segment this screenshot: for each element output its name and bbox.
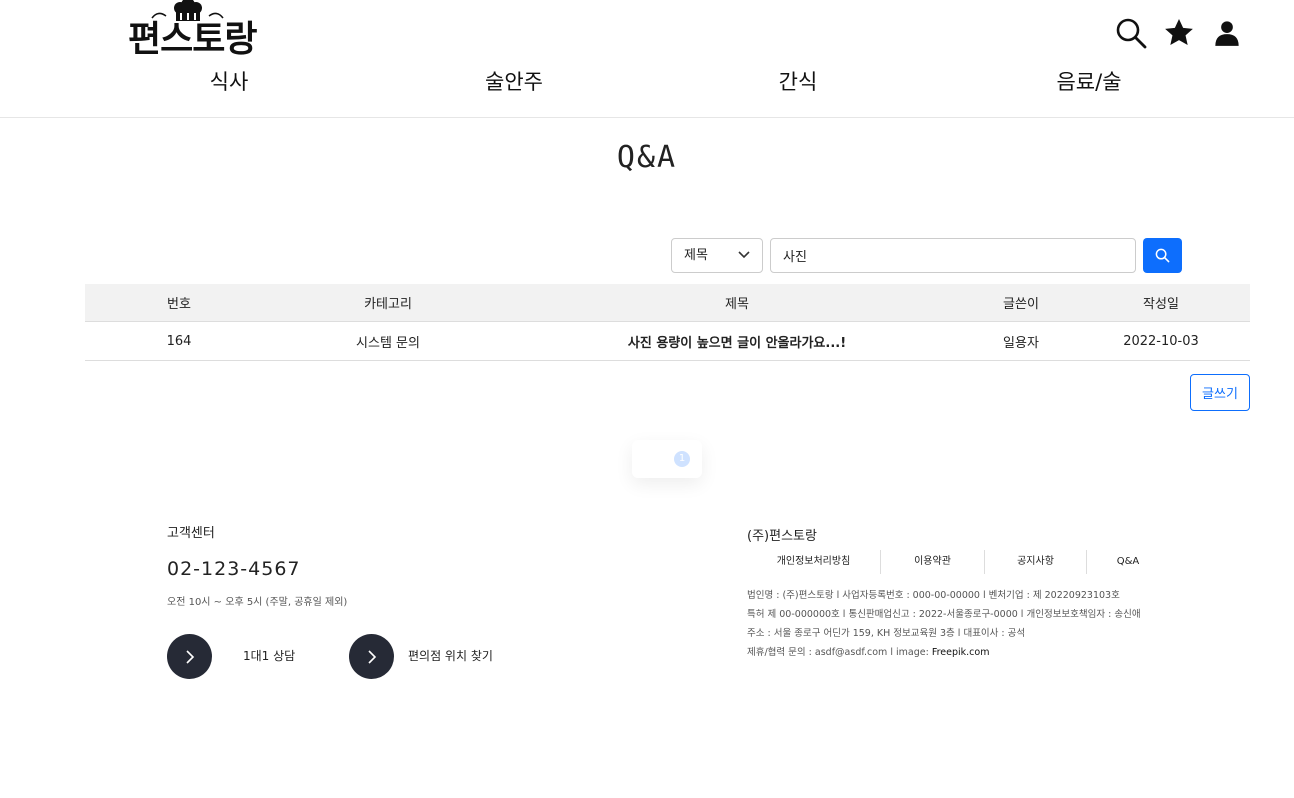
user-icon[interactable] [1210, 16, 1244, 50]
star-icon[interactable] [1162, 16, 1196, 50]
footer-link-qna[interactable]: Q&A [1087, 550, 1169, 574]
page-button-current[interactable]: 1 [674, 451, 690, 467]
logo-text: 편스토랑 [128, 19, 257, 60]
footer-link-terms[interactable]: 이용약관 [881, 550, 985, 574]
search-type-value: 제목 [684, 248, 708, 263]
search-icon [1155, 248, 1170, 263]
chevron-right-icon [185, 649, 194, 664]
company-info-line: 주소 : 서울 종로구 어딘가 159, KH 정보교육원 3층 l 대표이사 … [747, 628, 1026, 639]
nav-item-snacks[interactable]: 간식 [779, 66, 818, 96]
logo[interactable]: 편스토랑 [128, 0, 257, 64]
column-header-number: 번호 [167, 297, 191, 312]
freepik-link[interactable]: Freepik.com [932, 647, 990, 658]
search-input[interactable] [770, 238, 1136, 273]
store-locator-label[interactable]: 편의점 위치 찾기 [408, 647, 493, 664]
footer-link-privacy[interactable]: 개인정보처리방침 [747, 550, 881, 574]
row-date: 2022-10-03 [1123, 333, 1199, 349]
footer-links: 개인정보처리방침 이용약관 공지사항 Q&A [747, 550, 1169, 574]
column-header-date: 작성일 [1143, 297, 1179, 312]
column-header-author: 글쓴이 [1003, 297, 1039, 312]
nav-item-meal[interactable]: 식사 [210, 66, 249, 96]
company-info-line: 특허 제 00-000000호 l 통신판매업신고 : 2022-서울종로구-0… [747, 609, 1141, 620]
row-number: 164 [166, 333, 192, 349]
nav-item-snack-with-drinks[interactable]: 술안주 [485, 66, 543, 96]
main-nav: 식사 술안주 간식 음료/술 [0, 66, 1294, 102]
nav-item-beverages[interactable]: 음료/술 [1056, 66, 1121, 96]
company-info-line: 법인명 : (주)편스토랑 l 사업자등록번호 : 000-00-00000 l… [747, 590, 1120, 601]
chevron-down-icon [738, 251, 750, 259]
pagination: 1 [632, 440, 702, 478]
customer-center-phone: 02-123-4567 [167, 558, 301, 580]
table-row[interactable]: 164 시스템 문의 사진 용량이 높으면 글이 안올라가요...! 일용자 2… [85, 322, 1250, 361]
customer-center-title: 고객센터 [167, 526, 215, 541]
page-title: Q&A [616, 140, 678, 175]
customer-center-hours: 오전 10시 ~ 오후 5시 (주말, 공휴일 제외) [167, 597, 348, 608]
qna-table: 번호 카테고리 제목 글쓴이 작성일 164 시스템 문의 사진 용량이 높으면… [85, 284, 1250, 361]
column-header-title: 제목 [725, 297, 749, 312]
company-info-line: 제휴/협력 문의 : asdf@asdf.com l image: Freepi… [747, 643, 1141, 662]
row-category: 시스템 문의 [356, 335, 420, 351]
search-icon[interactable] [1114, 16, 1148, 50]
search-button[interactable] [1143, 238, 1182, 273]
column-header-category: 카테고리 [364, 297, 412, 312]
row-title-link[interactable]: 사진 용량이 높으면 글이 안올라가요...! [628, 322, 846, 360]
table-header: 번호 카테고리 제목 글쓴이 작성일 [85, 284, 1250, 322]
site-header: 편스토랑 식사 술안주 간식 음료/술 [0, 0, 1294, 118]
chevron-right-icon [367, 649, 376, 664]
row-author: 일용자 [1003, 335, 1039, 351]
company-name: (주)편스토랑 [747, 529, 817, 544]
write-post-button[interactable]: 글쓰기 [1190, 374, 1250, 411]
search-type-select[interactable]: 제목 [671, 238, 763, 273]
header-icons [1114, 16, 1244, 50]
contact-text: 제휴/협력 문의 : asdf@asdf.com l image: [747, 647, 932, 658]
one-on-one-button[interactable] [167, 634, 212, 679]
store-locator-button[interactable] [349, 634, 394, 679]
footer-link-notice[interactable]: 공지사항 [985, 550, 1087, 574]
one-on-one-label[interactable]: 1대1 상담 [243, 647, 295, 664]
company-info: 법인명 : (주)편스토랑 l 사업자등록번호 : 000-00-00000 l… [747, 586, 1141, 662]
